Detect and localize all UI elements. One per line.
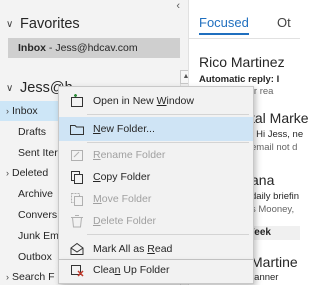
folder-junk-email[interactable]: Junk Em <box>18 226 59 246</box>
menu-item-move-folder[interactable]: Move Folder <box>59 187 253 211</box>
menu-item-label: Mark All as Read <box>93 243 173 255</box>
folder-conversation-history[interactable]: Convers <box>18 205 57 225</box>
chevron-down-icon: ∨ <box>6 19 14 30</box>
folder-search-folders[interactable]: › Search F <box>6 267 55 285</box>
message-subject: daily briefin <box>251 191 300 202</box>
collapse-pane-icon[interactable]: ‹ <box>176 1 180 12</box>
menu-item-delete-folder[interactable]: Delete Folder <box>59 209 253 233</box>
folder-archive[interactable]: Archive <box>18 184 53 204</box>
favorites-label: Favorites <box>20 16 80 32</box>
folder-sent-items[interactable]: Sent Iter <box>18 143 58 163</box>
menu-item-label: Clean Up Folder <box>93 264 170 276</box>
message-subject-text: Automatic reply: I <box>199 74 280 85</box>
folder-label: Archive <box>18 188 54 200</box>
delete-folder-icon <box>65 209 89 233</box>
menu-item-label: Open in New Window <box>93 95 194 107</box>
nav-topbar: ‹ <box>0 0 188 12</box>
message-subject: ranner <box>251 272 279 283</box>
folder-drafts[interactable]: Drafts <box>18 122 46 142</box>
favorites-header[interactable]: ∨ Favorites <box>6 16 80 32</box>
tab-focused[interactable]: Focused <box>199 15 249 35</box>
menu-item-label: New Folder... <box>93 123 155 135</box>
menu-item-clean-up-folder[interactable]: Clean Up Folder <box>59 258 253 282</box>
message-sender: tal Marke <box>251 110 309 126</box>
chevron-down-icon: ∨ <box>6 83 14 94</box>
favorite-inbox-account: - Jess@hdcav.com <box>46 42 138 54</box>
menu-item-rename-folder[interactable]: Rename Folder <box>59 143 253 167</box>
favorite-inbox[interactable]: Inbox - Jess@hdcav.com <box>8 38 180 58</box>
menu-item-label: Copy Folder <box>93 171 151 183</box>
menu-separator <box>87 114 249 115</box>
copy-folder-icon <box>65 165 89 189</box>
folder-outbox[interactable]: Outbox <box>18 247 52 267</box>
message-subject: Automatic reply: I <box>199 74 279 85</box>
folder-inbox[interactable]: › Inbox <box>0 101 60 121</box>
message-subject: | Hi Jess, ne <box>251 129 304 140</box>
open-window-icon <box>65 89 89 113</box>
folder-deleted-items[interactable]: › Deleted <box>6 163 48 183</box>
folder-label: Search F <box>12 271 55 283</box>
message-sender: Rico Martinez <box>199 54 285 70</box>
tabs-divider <box>189 38 300 39</box>
rename-folder-icon <box>65 143 89 167</box>
folder-label: Drafts <box>18 126 47 138</box>
clean-up-folder-icon <box>65 258 89 282</box>
menu-item-new-folder[interactable]: New Folder... <box>59 117 253 141</box>
folder-label: Junk Em <box>18 230 59 242</box>
tab-other[interactable]: Ot <box>277 15 291 30</box>
folder-context-menu-tail: Clean Up Folder <box>58 260 254 284</box>
favorite-inbox-label: Inbox <box>18 42 46 54</box>
menu-item-label: Move Folder <box>93 193 152 205</box>
folder-label: Deleted <box>12 167 49 179</box>
menu-item-label: Rename Folder <box>93 149 166 161</box>
menu-separator <box>87 234 249 235</box>
folder-context-menu: Open in New Window New Folder... Rename … <box>58 86 254 260</box>
folder-label: Inbox <box>12 105 38 117</box>
menu-item-label: Delete Folder <box>93 215 157 227</box>
folder-label: Convers <box>18 209 58 221</box>
new-folder-icon <box>65 117 89 141</box>
folder-label: Outbox <box>18 251 52 263</box>
message-preview: email not d <box>251 142 298 153</box>
move-folder-icon <box>65 187 89 211</box>
folder-label: Sent Iter <box>18 147 58 159</box>
message-sender: Martine <box>251 254 298 270</box>
menu-item-open-in-new-window[interactable]: Open in New Window <box>59 89 253 113</box>
message-sender: ana <box>251 172 275 188</box>
menu-item-copy-folder[interactable]: Copy Folder <box>59 165 253 189</box>
message-preview: s Mooney, <box>251 204 295 215</box>
